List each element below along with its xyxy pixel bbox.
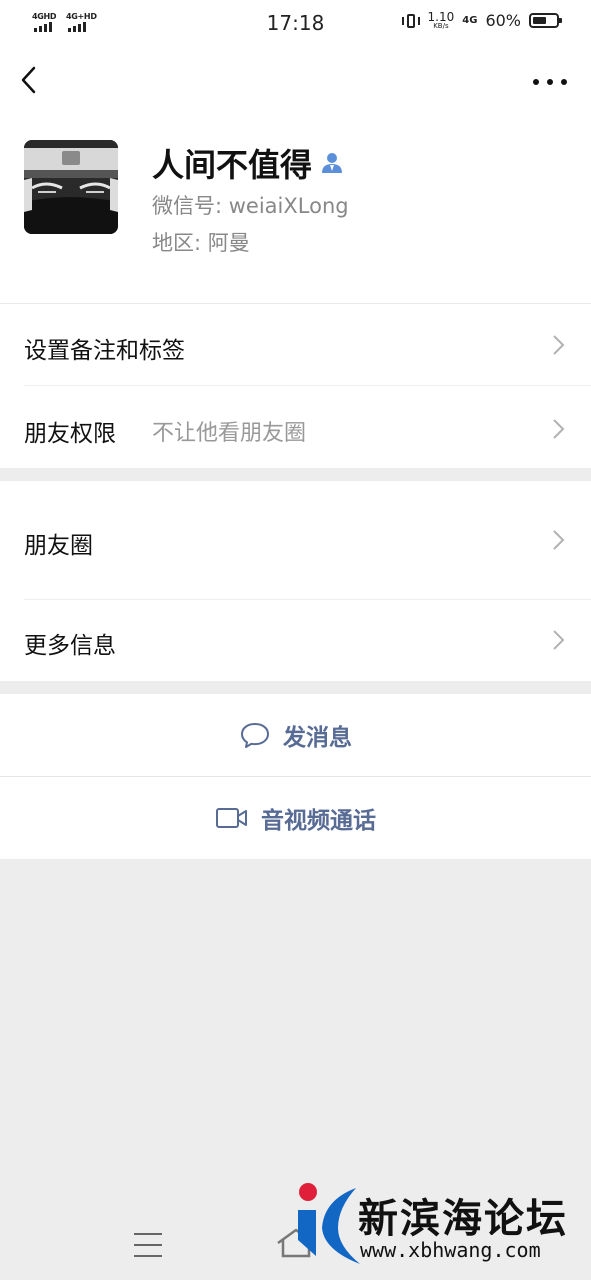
- chevron-right-icon: [553, 630, 565, 650]
- more-info-row[interactable]: 更多信息: [0, 600, 591, 681]
- profile-name: 人间不值得: [152, 146, 313, 184]
- more-dot-icon: [561, 79, 567, 85]
- male-icon: [322, 153, 342, 173]
- info-group: 朋友圈 更多信息: [0, 481, 591, 681]
- wechat-id: 微信号: weiaiXLong: [152, 194, 349, 218]
- watermark-url: www.xbhwang.com: [360, 1238, 541, 1262]
- chat-bubble-icon: [241, 723, 269, 748]
- send-message-label: 发消息: [283, 725, 352, 751]
- network-speed: 1.10 KB/s: [428, 11, 455, 30]
- more-dot-icon: [533, 79, 539, 85]
- status-bar: 4GHD 4G+HD 17:18 1.10 KB/s 4G 60%: [0, 0, 591, 46]
- more-options-button[interactable]: [530, 70, 570, 94]
- friend-permission-value: 不让他看朋友圈: [152, 421, 307, 446]
- moments-row[interactable]: 朋友圈: [0, 481, 591, 599]
- network-type: 4G: [462, 15, 478, 26]
- video-call-button[interactable]: 音视频通话: [0, 777, 591, 859]
- video-camera-icon: [216, 808, 247, 828]
- battery-icon: [529, 13, 562, 28]
- watermark-text: 新滨海论坛: [358, 1196, 568, 1242]
- moments-label: 朋友圈: [24, 533, 93, 559]
- recent-apps-button[interactable]: [134, 1233, 162, 1257]
- watermark-logo-icon: [298, 1183, 360, 1264]
- chevron-right-icon: [553, 530, 565, 550]
- more-dot-icon: [547, 79, 553, 85]
- remark-tags-row[interactable]: 设置备注和标签: [0, 304, 591, 386]
- friend-permission-label: 朋友权限: [24, 421, 116, 447]
- battery-percent: 60%: [485, 11, 521, 30]
- menu-line-icon: [134, 1244, 162, 1246]
- avatar[interactable]: [24, 140, 118, 234]
- send-message-button[interactable]: 发消息: [0, 694, 591, 776]
- speed-unit: KB/s: [433, 22, 449, 30]
- friend-permission-row[interactable]: 朋友权限 不让他看朋友圈: [0, 386, 591, 468]
- menu-line-icon: [134, 1255, 162, 1257]
- video-call-label: 音视频通话: [261, 808, 376, 834]
- vibrate-icon: [401, 13, 420, 29]
- chevron-right-icon: [553, 419, 565, 439]
- remark-tags-label: 设置备注和标签: [24, 338, 185, 364]
- back-button[interactable]: [14, 62, 44, 98]
- settings-group: 设置备注和标签 朋友权限 不让他看朋友圈: [0, 303, 591, 468]
- menu-line-icon: [134, 1233, 162, 1235]
- avatar-image: [24, 140, 118, 234]
- more-info-label: 更多信息: [24, 633, 116, 659]
- region: 地区: 阿曼: [152, 231, 250, 255]
- watermark: 新滨海论坛 www.xbhwang.com: [294, 1180, 584, 1272]
- back-arrow-icon: [21, 66, 36, 94]
- chevron-right-icon: [553, 335, 565, 355]
